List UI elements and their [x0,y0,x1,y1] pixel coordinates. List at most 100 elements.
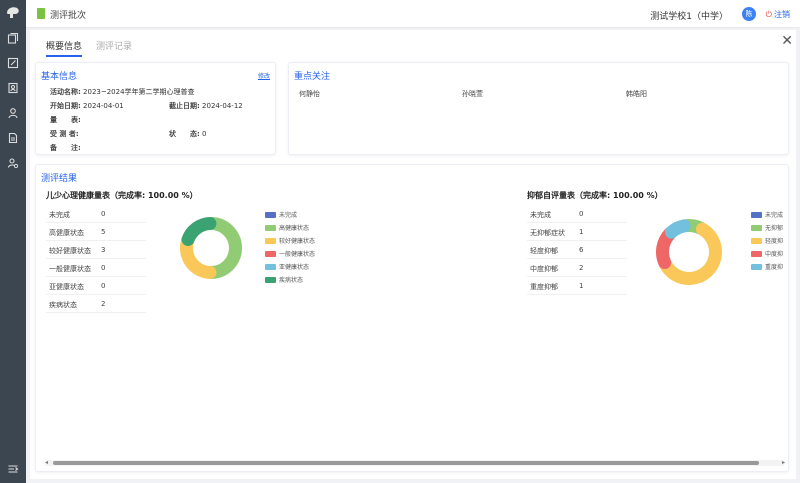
legend-swatch [265,276,276,283]
status-value: 0 [202,130,207,138]
stat-value: 1 [579,228,584,236]
batch-icon [37,8,45,19]
stat-label: 中度抑郁 [530,265,558,273]
stat-label: 轻度抑郁 [530,247,558,255]
donut-slice-中度抑郁[interactable] [656,227,677,270]
tab-summary[interactable]: 概要信息 [46,39,83,57]
stat-row: 中度抑郁 2 [527,259,627,277]
legend-item[interactable]: 未完成 [751,210,783,219]
focus-person[interactable]: 何静怡 [299,89,320,99]
results-card: 测评结果 儿少心理健康量表（完成率: 100.00 %） 未完成 0 高健康状态… [35,164,789,472]
legend-item[interactable]: 未完成 [265,210,297,219]
donut-slice-较好健康状态[interactable] [180,234,217,279]
stat-value: 5 [101,228,106,236]
stat-label: 一般健康状态 [49,265,91,273]
scale-heading: 儿少心理健康量表（完成率: 100.00 %） [46,191,198,200]
status-label: 状 态: [169,130,200,138]
stat-label: 未完成 [530,211,551,219]
legend-item[interactable]: 较好健康状态 [265,236,315,245]
start-date-value: 2024-04-01 [83,102,124,110]
stat-row: 高健康状态 5 [46,223,146,241]
start-date-row: 开始日期: 2024-04-01 [50,101,124,111]
avatar[interactable]: 陈 [742,7,756,21]
stat-value: 2 [579,264,584,272]
legend-item[interactable]: 疾病状态 [265,275,303,284]
basic-info-card: 基本信息 修改 活动名称: 2023~2024学年第二学期心理普查 开始日期: … [35,62,276,155]
stat-row: 重度抑郁 1 [527,277,627,295]
subjects-label: 受 测 者: [50,130,79,138]
logout-button[interactable]: ⏻ 注销 [766,9,790,20]
legend-item[interactable]: 无抑郁 [751,223,783,232]
legend-swatch [751,224,762,231]
legend-item[interactable]: 亚健康状态 [265,262,309,271]
edit-icon[interactable] [5,55,21,71]
tab-records[interactable]: 测评记录 [96,39,132,57]
stat-row: 疾病状态 2 [46,295,146,313]
legend-label: 重度抑 [765,264,784,271]
legend-label: 疾病状态 [279,277,304,284]
close-icon[interactable]: ✕ [781,34,793,48]
remark-row: 备 注: [50,143,81,153]
legend-item[interactable]: 一般健康状态 [265,249,315,258]
scale-row: 量 表: [50,115,81,125]
stat-value: 0 [101,282,106,290]
stat-value: 1 [579,282,584,290]
focus-person[interactable]: 韩皓阳 [626,89,647,99]
legend-swatch [751,250,762,257]
stat-row: 未完成 0 [46,205,146,223]
stat-row: 未完成 0 [527,205,627,223]
remark-label: 备 注: [50,144,81,152]
edit-link[interactable]: 修改 [258,71,270,80]
legend-swatch [751,211,762,218]
legend-item[interactable]: 轻度抑 [751,236,783,245]
users-gear-icon[interactable] [5,155,21,171]
legend-label: 未完成 [765,212,784,219]
sidebar [0,0,26,483]
logout-label: 注销 [774,10,790,19]
legend-label: 亚健康状态 [279,264,310,271]
top-bar: 测评批次 测试学校1（中学） 陈 ⏻ 注销 [26,0,800,28]
stat-row: 较好健康状态 3 [46,241,146,259]
school-name[interactable]: 测试学校1（中学） [650,9,728,22]
collapse-sidebar-icon[interactable] [5,461,21,477]
activity-label: 活动名称: [50,88,81,96]
depression-donut-chart [656,219,722,285]
scroll-thumb[interactable] [53,461,759,465]
end-date-label: 截止日期: [169,102,200,110]
user-icon[interactable] [5,105,21,121]
end-date-value: 2024-04-12 [202,102,243,110]
page-title: 测评批次 [50,11,87,21]
scroll-right-icon[interactable]: ▸ [782,459,785,466]
legend-swatch [265,224,276,231]
legend-item[interactable]: 重度抑 [751,262,783,271]
legend-swatch [751,237,762,244]
legend-label: 无抑郁 [765,225,784,232]
start-date-label: 开始日期: [50,102,81,110]
legend-item[interactable]: 中度抑 [751,249,783,258]
stat-label: 较好健康状态 [49,247,91,255]
end-date-row: 截止日期: 2024-04-12 [169,101,243,111]
tab-bar: 概要信息 测评记录 [46,39,132,57]
stat-value: 3 [101,246,106,254]
power-icon: ⏻ [765,9,772,19]
stat-row: 一般健康状态 0 [46,259,146,277]
donut-slice-疾病状态[interactable] [181,217,217,246]
horizontal-scrollbar[interactable]: ◂ ▸ [45,459,785,466]
donut-slice-高健康状态[interactable] [205,217,242,279]
scroll-left-icon[interactable]: ◂ [45,459,48,466]
scale-heading: 抑郁自评量表（完成率: 100.00 %） [527,191,663,200]
stat-label: 未完成 [49,211,70,219]
document-icon[interactable] [5,130,21,146]
brand-logo-icon [4,5,22,21]
legend-swatch [265,211,276,218]
focus-person[interactable]: 孙晓萱 [462,89,483,99]
health-donut-chart [180,217,242,279]
activity-row: 活动名称: 2023~2024学年第二学期心理普查 [50,87,195,97]
status-row: 状 态: 0 [169,129,207,139]
legend-label: 较好健康状态 [279,238,316,245]
copy-icon[interactable] [5,30,21,46]
legend-swatch [751,263,762,270]
donut-slice-重度抑郁[interactable] [664,219,691,239]
legend-item[interactable]: 高健康状态 [265,223,309,232]
contact-card-icon[interactable] [5,80,21,96]
